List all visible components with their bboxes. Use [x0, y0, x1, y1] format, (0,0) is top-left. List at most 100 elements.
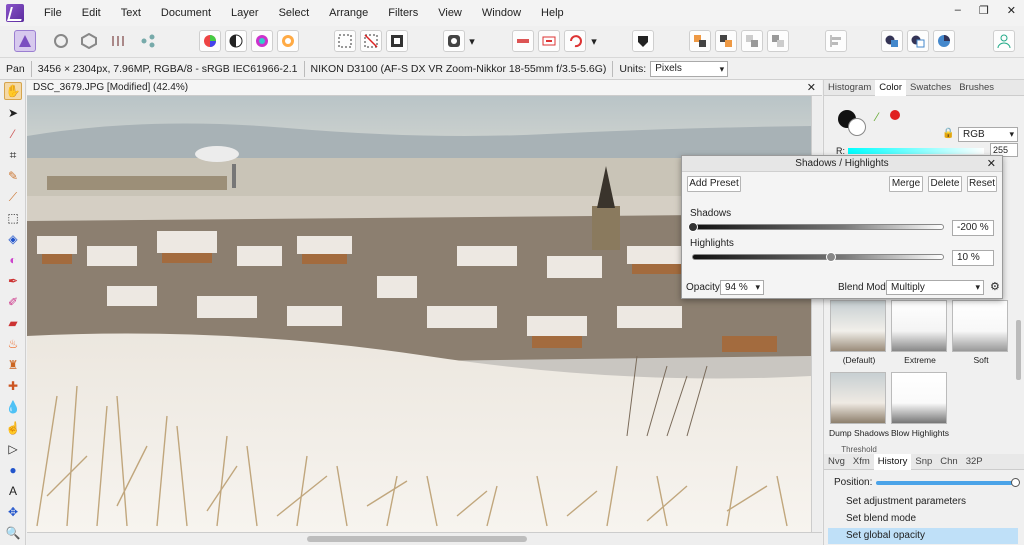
shadows-slider-knob[interactable]	[688, 222, 698, 232]
crop-tool-icon[interactable]: ⌗	[4, 146, 22, 164]
settings-gear-icon[interactable]: ⚙	[990, 280, 1000, 293]
hsl-icon[interactable]	[251, 30, 273, 52]
highlights-value-input[interactable]: 10 %	[952, 250, 994, 266]
units-select[interactable]: Pixels	[650, 60, 729, 77]
red-channel-slider[interactable]	[848, 148, 984, 154]
close-document-icon[interactable]: ✕	[807, 80, 816, 96]
history-item-selected[interactable]: Set global opacity	[828, 528, 1018, 544]
restore-icon[interactable]: ❐	[979, 4, 989, 17]
arrange-backward-icon[interactable]	[715, 30, 737, 52]
boolean-subtract-icon[interactable]	[907, 30, 929, 52]
dialog-close-icon[interactable]: ✕	[987, 156, 996, 172]
menu-file[interactable]: File	[34, 0, 72, 26]
contrast-icon[interactable]	[225, 30, 247, 52]
arrange-forward-icon[interactable]	[741, 30, 763, 52]
shadows-slider[interactable]	[688, 222, 944, 232]
menu-help[interactable]: Help	[531, 0, 574, 26]
color-replacement-tool-icon[interactable]: ✐	[4, 293, 22, 311]
undo-icon[interactable]	[564, 30, 586, 52]
document-tab[interactable]: DSC_3679.JPG [Modified] (42.4%) ✕	[27, 80, 822, 96]
menu-text[interactable]: Text	[111, 0, 151, 26]
color-picker-icon[interactable]: ⁄	[876, 110, 878, 124]
merge-button[interactable]: Merge	[889, 176, 923, 192]
arrange-front-icon[interactable]	[767, 30, 789, 52]
presets-scrollbar[interactable]	[1016, 320, 1021, 380]
pen-tool-icon[interactable]: ▷	[4, 440, 22, 458]
liquify-persona-icon[interactable]	[50, 30, 72, 52]
gradient-tool-icon[interactable]: ◐	[4, 251, 22, 269]
history-position-knob[interactable]	[1011, 478, 1020, 487]
preset-default-thumb[interactable]	[830, 300, 886, 352]
menu-document[interactable]: Document	[151, 0, 221, 26]
quick-mask-dropdown-icon[interactable]: ▾	[466, 30, 478, 52]
history-position-slider[interactable]	[876, 478, 1020, 487]
tone-mapping-persona-icon[interactable]	[107, 30, 129, 52]
highlights-slider-knob[interactable]	[825, 252, 836, 262]
zoom-tool-icon[interactable]: 🔍	[4, 524, 22, 542]
photo-persona-icon[interactable]	[14, 30, 36, 52]
flood-select-tool-icon[interactable]: ⟋	[4, 188, 22, 206]
add-preset-button[interactable]: Add Preset	[687, 176, 741, 192]
erase-tool-icon[interactable]: ▰	[4, 314, 22, 332]
tab-snapshots[interactable]: Snp	[911, 456, 936, 467]
selection-brush-tool-icon[interactable]: ✎	[4, 167, 22, 185]
quick-mask-icon[interactable]	[443, 30, 465, 52]
tab-32p[interactable]: 32P	[962, 456, 987, 467]
menu-view[interactable]: View	[428, 0, 472, 26]
undo-dropdown-icon[interactable]: ▾	[588, 30, 600, 52]
color-model-select[interactable]: RGB	[958, 127, 1018, 142]
invert-selection-icon[interactable]	[386, 30, 408, 52]
preset-dump-shadows-thumb[interactable]	[830, 372, 886, 424]
secondary-color-well[interactable]	[848, 118, 866, 136]
dialog-title-bar[interactable]: Shadows / Highlights ✕	[682, 156, 1002, 172]
delete-button[interactable]: Delete	[928, 176, 962, 192]
shadows-value-input[interactable]: -200 %	[952, 220, 994, 236]
history-item[interactable]: Set adjustment parameters	[828, 494, 1018, 510]
export-persona-icon[interactable]	[137, 30, 159, 52]
blur-tool-icon[interactable]: 💧	[4, 398, 22, 416]
develop-persona-icon[interactable]	[78, 30, 100, 52]
menu-edit[interactable]: Edit	[72, 0, 111, 26]
arrange-back-icon[interactable]	[689, 30, 711, 52]
preset-blow-highlights-thumb[interactable]	[891, 372, 947, 424]
mask-layer-icon[interactable]	[632, 30, 654, 52]
tab-swatches[interactable]: Swatches	[906, 82, 955, 93]
smudge-tool-icon[interactable]: ☝	[4, 419, 22, 437]
tab-histogram[interactable]: Histogram	[824, 82, 875, 93]
lock-icon[interactable]: 🔒	[942, 128, 954, 139]
snapping-icon[interactable]	[512, 30, 534, 52]
deselect-icon[interactable]	[360, 30, 382, 52]
canvas-horizontal-scrollbar[interactable]	[27, 532, 822, 545]
healing-tool-icon[interactable]: ✚	[4, 377, 22, 395]
highlights-slider[interactable]	[692, 252, 944, 262]
tab-history[interactable]: History	[873, 453, 912, 470]
tab-transform[interactable]: Xfm	[849, 456, 874, 467]
shape-tool-icon[interactable]: ●	[4, 461, 22, 479]
align-icon[interactable]	[825, 30, 847, 52]
preset-extreme-thumb[interactable]	[891, 300, 947, 352]
menu-window[interactable]: Window	[472, 0, 531, 26]
reset-button[interactable]: Reset	[967, 176, 997, 192]
boolean-intersect-icon[interactable]	[933, 30, 955, 52]
horizontal-scroll-thumb[interactable]	[307, 536, 527, 542]
blend-mode-select[interactable]: Multiply	[886, 280, 984, 295]
tab-brushes[interactable]: Brushes	[955, 82, 998, 93]
close-window-icon[interactable]: ✕	[1007, 4, 1016, 17]
menu-filters[interactable]: Filters	[378, 0, 428, 26]
dodge-tool-icon[interactable]: ♨	[4, 335, 22, 353]
tab-color[interactable]: Color	[875, 79, 906, 96]
white-balance-icon[interactable]	[277, 30, 299, 52]
marquee-tool-icon[interactable]: ⬚	[4, 209, 22, 227]
marquee-selection-icon[interactable]	[334, 30, 356, 52]
assistant-icon[interactable]	[538, 30, 560, 52]
paint-brush-tool-icon[interactable]: ✒	[4, 272, 22, 290]
account-icon[interactable]	[993, 30, 1015, 52]
text-tool-icon[interactable]: A	[4, 482, 22, 500]
move-tool-icon[interactable]: ➤	[4, 104, 22, 122]
tab-navigator[interactable]: Nvg	[824, 456, 849, 467]
boolean-add-icon[interactable]	[881, 30, 903, 52]
preset-soft-thumb[interactable]	[952, 300, 1008, 352]
mesh-warp-tool-icon[interactable]: ✥	[4, 503, 22, 521]
clone-tool-icon[interactable]: ♜	[4, 356, 22, 374]
flood-fill-tool-icon[interactable]: ◈	[4, 230, 22, 248]
